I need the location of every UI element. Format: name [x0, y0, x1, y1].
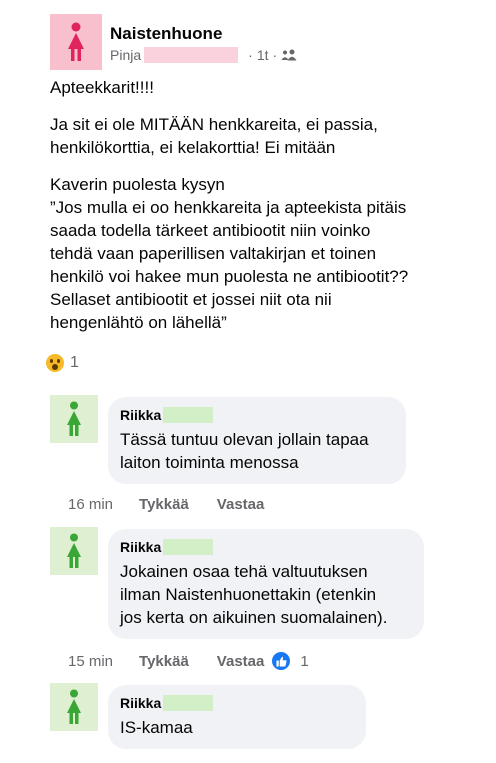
- comment-avatar[interactable]: [50, 683, 98, 731]
- comment-bubble: Riikka Tässä tuntuu olevan jollain tapaa…: [108, 397, 406, 484]
- post-body: Apteekkarit!!!! Ja sit ei ole MITÄÄN hen…: [50, 76, 470, 348]
- group-name[interactable]: Naistenhuone: [110, 24, 222, 44]
- post-header: Naistenhuone Pinja · 1t ·: [50, 14, 470, 70]
- comment-actions: 15 min Tykkää Vastaa 1: [68, 652, 309, 670]
- redacted-name: [163, 407, 214, 423]
- post-paragraph: Ja sit ei ole MITÄÄN henkkareita, ei pas…: [50, 115, 378, 157]
- comment-time[interactable]: 15 min: [68, 653, 113, 670]
- comment-bubble: Riikka IS-kamaa: [108, 685, 366, 749]
- reaction-count: 1: [70, 354, 79, 371]
- author-name[interactable]: Pinja: [110, 47, 141, 63]
- comment-author[interactable]: Riikka: [120, 694, 354, 712]
- woman-icon: [67, 689, 81, 724]
- like-button[interactable]: Tykkää: [139, 496, 189, 513]
- reply-button[interactable]: Vastaa: [217, 653, 265, 670]
- comment-author-name[interactable]: Riikka: [120, 407, 161, 423]
- comment-time[interactable]: 16 min: [68, 496, 113, 513]
- comment-author-name[interactable]: Riikka: [120, 695, 161, 711]
- like-thumb-icon[interactable]: [272, 652, 291, 670]
- woman-icon: [68, 22, 84, 61]
- redacted-name: [163, 695, 214, 711]
- like-button[interactable]: Tykkää: [139, 653, 189, 670]
- comment-author-name[interactable]: Riikka: [120, 539, 161, 555]
- redacted-name: [163, 539, 214, 555]
- comment-text: Tässä tuntuu olevan jollain tapaa laiton…: [120, 430, 369, 472]
- woman-icon: [67, 401, 81, 436]
- reaction-summary[interactable]: 1: [46, 354, 79, 372]
- comment-actions: 16 min Tykkää Vastaa: [68, 496, 292, 513]
- comment-text: Jokainen osaa tehä valtuutuksen ilman Na…: [120, 562, 388, 627]
- group-audience-icon: [281, 49, 297, 61]
- comment-like-count: 1: [300, 652, 309, 670]
- group-avatar[interactable]: [50, 14, 102, 70]
- post-paragraph: Kaverin puolesta kysyn ”Jos mulla ei oo …: [50, 175, 409, 332]
- wow-emoji-icon: [46, 354, 64, 372]
- separator: ·: [248, 47, 253, 63]
- comment-avatar[interactable]: [50, 527, 98, 575]
- post-paragraph: Apteekkarit!!!!: [50, 78, 154, 97]
- post-meta: Pinja · 1t ·: [110, 47, 297, 63]
- separator: ·: [272, 47, 278, 63]
- comment-author[interactable]: Riikka: [120, 538, 412, 556]
- comment-author[interactable]: Riikka: [120, 406, 394, 424]
- woman-icon: [67, 533, 81, 568]
- reply-button[interactable]: Vastaa: [217, 496, 265, 513]
- comment-text: IS-kamaa: [120, 718, 193, 737]
- post-time[interactable]: 1t: [257, 47, 269, 63]
- redacted-name: [144, 47, 239, 63]
- comment-bubble: Riikka Jokainen osaa tehä valtuutuksen i…: [108, 529, 424, 639]
- comment-avatar[interactable]: [50, 395, 98, 443]
